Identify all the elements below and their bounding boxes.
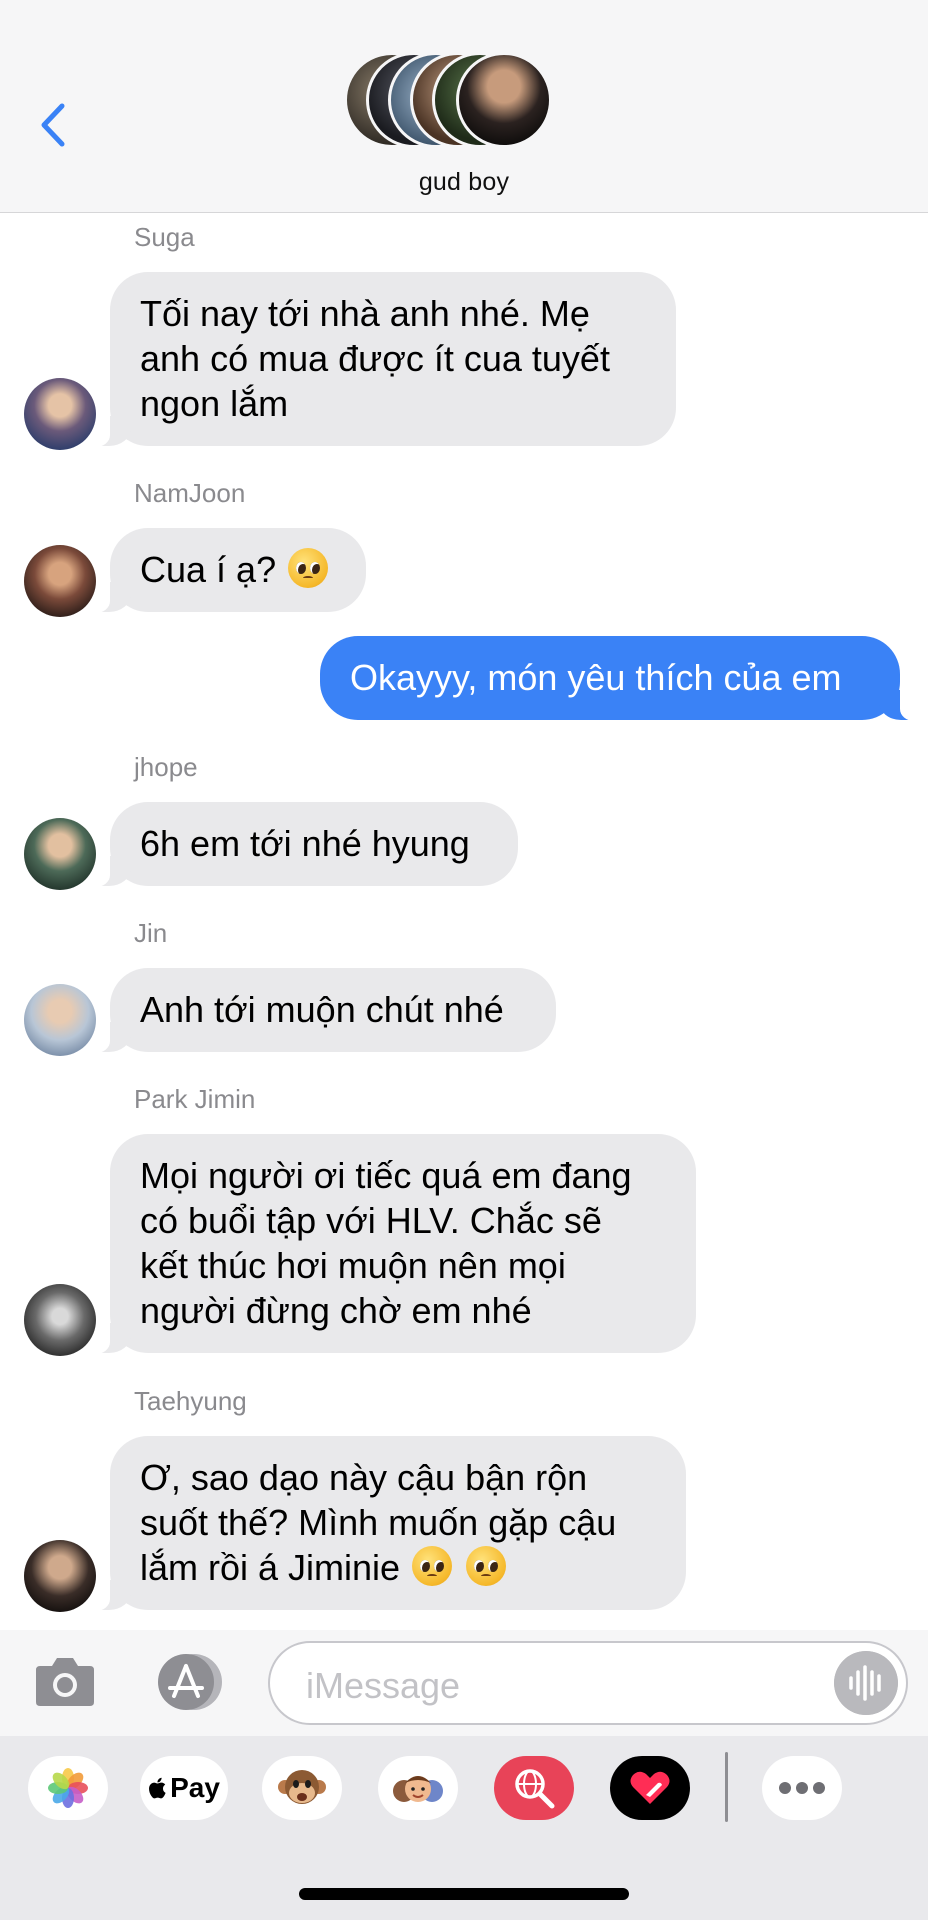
- message-bubble[interactable]: Ơ, sao dạo này cậu bận rộn suốt thế? Mìn…: [92, 1436, 686, 1611]
- more-icon[interactable]: [762, 1756, 842, 1820]
- message-bubble-outgoing[interactable]: Okayyy, món yêu thích của em: [320, 636, 918, 721]
- home-indicator[interactable]: [299, 1888, 629, 1900]
- photos-icon[interactable]: [28, 1756, 108, 1820]
- apple-pay-button[interactable]: Pay: [140, 1756, 228, 1820]
- message-input[interactable]: iMessage: [268, 1641, 908, 1725]
- sender-name: Suga: [134, 222, 195, 252]
- message-line: Ơ, sao dạo này cậu bận rộn: [140, 1457, 588, 1498]
- apple-logo-icon: [149, 1777, 166, 1799]
- message-text: Okayyy, món yêu thích của em: [350, 657, 842, 698]
- avatar: [456, 52, 552, 148]
- message-line: kết thúc hơi muộn nên mọi: [140, 1245, 566, 1286]
- sender-name: Taehyung: [134, 1386, 247, 1416]
- message-bubble[interactable]: 6h em tới nhé hyung: [92, 802, 518, 887]
- waveform-icon[interactable]: [834, 1651, 898, 1715]
- message-bubble[interactable]: Cua í ạ?: [92, 528, 366, 613]
- digital-touch-icon[interactable]: [610, 1756, 690, 1820]
- sender-name: NamJoon: [134, 478, 246, 508]
- drawer-divider: [725, 1752, 728, 1822]
- message-line: anh có mua được ít cua tuyết: [140, 338, 610, 379]
- message-line: lắm rồi á Jiminie: [140, 1547, 401, 1588]
- avatar[interactable]: [24, 378, 96, 450]
- message-text: Cua í ạ?: [140, 549, 277, 590]
- message-text: 6h em tới nhé hyung: [140, 823, 470, 864]
- avatar[interactable]: [24, 1284, 96, 1356]
- avatar[interactable]: [24, 984, 96, 1056]
- message-line: Tối nay tới nhà anh nhé. Mẹ: [140, 293, 590, 334]
- conversation-header: gud boy: [0, 0, 928, 213]
- group-name[interactable]: gud boy: [0, 168, 928, 197]
- message-bubble[interactable]: Mọi người ơi tiếc quá em đang có buổi tậ…: [92, 1134, 696, 1354]
- avatar[interactable]: [24, 818, 96, 890]
- message-line: suốt thế? Mình muốn gặp cậu: [140, 1502, 617, 1543]
- message-line: Mọi người ơi tiếc quá em đang: [140, 1155, 632, 1196]
- chevron-left-icon[interactable]: [36, 100, 70, 150]
- composer-bar: iMessage: [0, 1630, 928, 1736]
- app-store-icon[interactable]: [150, 1652, 226, 1712]
- group-avatar-stack[interactable]: [344, 52, 584, 152]
- sender-name: Jin: [134, 918, 168, 948]
- avatar[interactable]: [24, 1540, 96, 1612]
- pleading-face-icon: [288, 548, 329, 588]
- message-line: ngon lắm: [140, 383, 289, 424]
- camera-icon[interactable]: [34, 1652, 96, 1708]
- pleading-face-icon: [412, 1546, 453, 1586]
- avatar[interactable]: [24, 545, 96, 617]
- sender-name: Park Jimin: [134, 1084, 256, 1114]
- message-input-placeholder: iMessage: [306, 1665, 461, 1706]
- sender-name: jhope: [134, 752, 198, 782]
- message-bubble[interactable]: Tối nay tới nhà anh nhé. Mẹ anh có mua đ…: [92, 272, 676, 447]
- memoji-icon[interactable]: [378, 1756, 458, 1820]
- pay-label: Pay: [170, 1772, 220, 1803]
- message-line: có buổi tập với HLV. Chắc sẽ: [140, 1200, 602, 1241]
- pleading-face-icon: [466, 1546, 507, 1586]
- message-text: Anh tới muộn chút nhé: [140, 989, 504, 1030]
- message-bubble[interactable]: Anh tới muộn chút nhé: [92, 968, 556, 1053]
- animoji-monkey-icon[interactable]: [262, 1756, 342, 1820]
- message-line: người đừng chờ em nhé: [140, 1290, 532, 1331]
- web-search-icon[interactable]: [494, 1756, 574, 1820]
